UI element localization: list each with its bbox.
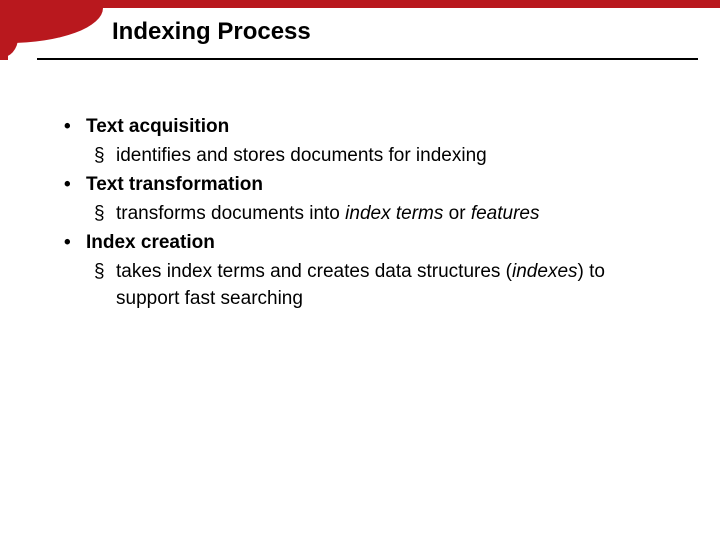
subbullet-index-creation: takes index terms and creates data struc… <box>60 259 670 313</box>
slide: Indexing Process Text acquisition identi… <box>0 0 720 540</box>
subbullet-acquisition: identifies and stores documents for inde… <box>60 143 670 170</box>
title-underline <box>37 58 698 60</box>
text-run: transforms documents into <box>116 203 345 224</box>
slide-title: Indexing Process <box>112 18 311 46</box>
decor-curve <box>8 8 103 43</box>
bullet-text-transformation: Text transformation <box>60 172 670 199</box>
decor-curve-tail <box>0 34 18 58</box>
bullet-text-acquisition: Text acquisition <box>60 114 670 141</box>
subbullet-transformation: transforms documents into index terms or… <box>60 201 670 228</box>
text-run: or <box>443 203 470 224</box>
decor-bar-top <box>0 0 720 8</box>
slide-body: Text acquisition identifies and stores d… <box>60 112 670 313</box>
text-run: takes index terms and creates data struc… <box>116 261 512 282</box>
italic-features: features <box>471 203 540 224</box>
italic-index-terms: index terms <box>345 203 443 224</box>
bullet-index-creation: Index creation <box>60 230 670 257</box>
italic-indexes: indexes <box>512 261 578 282</box>
